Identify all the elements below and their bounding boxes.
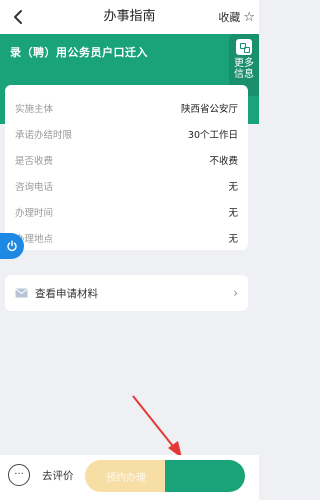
review-button[interactable]: 去评价	[42, 468, 74, 483]
power-icon	[7, 240, 17, 252]
info-label: 咨询电话	[15, 182, 54, 193]
info-value: 30个工作日	[187, 130, 238, 141]
grid-icon	[236, 39, 252, 55]
annotation-arrow	[132, 395, 182, 458]
top-navigation-bar: 办事指南 收藏 ☆	[0, 0, 259, 34]
info-value: 无	[228, 208, 238, 219]
service-title: 录（聘）用公务员户口迁入	[10, 46, 148, 59]
info-value: 无	[228, 182, 238, 193]
star-icon: ☆	[243, 9, 255, 25]
info-label: 承诺办结时限	[15, 130, 73, 141]
apply-button[interactable]	[165, 460, 245, 492]
view-materials-row[interactable]: 查看申请材料 ›	[5, 275, 248, 311]
favorite-label: 收藏	[218, 11, 241, 24]
view-materials-label: 查看申请材料	[35, 287, 98, 300]
reserve-label: 预约办理	[106, 472, 146, 484]
floating-power-button[interactable]	[0, 233, 24, 259]
chat-button[interactable]: ···	[8, 464, 30, 486]
info-row: 实施主体 陕西省公安厅	[15, 95, 238, 121]
info-row: 是否收费 不收费	[15, 147, 238, 173]
info-row: 承诺办结时限 30个工作日	[15, 121, 238, 147]
service-info-card: 实施主体 陕西省公安厅 承诺办结时限 30个工作日 是否收费 不收费 咨询电话 …	[5, 85, 248, 250]
mail-icon	[15, 288, 28, 298]
more-info-label: 更多信息	[234, 58, 254, 80]
chat-icon: ···	[14, 469, 24, 480]
info-label: 办理时间	[15, 208, 54, 219]
favorite-button[interactable]: 收藏 ☆	[218, 0, 255, 34]
info-value: 陕西省公安厅	[180, 104, 238, 115]
info-value: 不收费	[209, 156, 238, 167]
info-row: 办理地点 无	[15, 225, 238, 251]
info-row: 办理时间 无	[15, 199, 238, 225]
reserve-button[interactable]: 预约办理	[85, 460, 167, 492]
chevron-right-icon: ›	[233, 286, 238, 300]
bottom-action-bar: ··· 去评价 预约办理	[0, 455, 259, 500]
info-row: 咨询电话 无	[15, 173, 238, 199]
info-label: 是否收费	[15, 156, 54, 167]
info-value: 无	[228, 234, 238, 245]
info-label: 实施主体	[15, 104, 54, 115]
